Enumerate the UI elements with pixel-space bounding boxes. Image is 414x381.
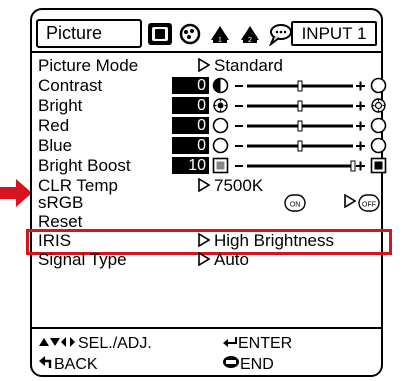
monitor-icon[interactable] <box>146 21 174 47</box>
slider-knob <box>297 100 303 112</box>
contrast-slider[interactable] <box>234 77 366 95</box>
picture-menu-panel: Picture 1 2 INPUT 1 Picture Mode Standar… <box>26 8 392 377</box>
footer-back: BACK <box>38 355 98 374</box>
header-divider <box>32 51 381 53</box>
slider-knob <box>297 80 303 92</box>
menu-button-icon <box>223 356 239 368</box>
menu-item-contrast[interactable]: Contrast 0 <box>32 76 387 96</box>
slider-knob <box>350 160 356 172</box>
tab-picture[interactable]: Picture <box>36 19 142 48</box>
blue-low-icon <box>212 137 229 154</box>
slider-knob <box>297 140 303 152</box>
contrast-high-icon <box>370 77 387 94</box>
arrow-right-outline-icon <box>344 194 356 208</box>
settings-icon[interactable] <box>176 21 204 47</box>
direction-arrows-icon <box>39 337 75 347</box>
bright-boost-slider[interactable] <box>234 157 366 175</box>
menu-item-picture-mode[interactable]: Picture Mode Standard <box>32 56 381 76</box>
picture-mode-value: Standard <box>198 56 283 76</box>
menu-item-label: IRIS <box>38 231 72 250</box>
menu-item-bright[interactable]: Bright 0 <box>32 96 386 116</box>
arrow-right-outline-icon <box>198 58 210 72</box>
menu-item-label: sRGB <box>38 193 84 212</box>
arrow-right-outline-icon <box>198 252 210 266</box>
red-value: 0 <box>172 117 209 134</box>
menu-item-label: Picture Mode <box>38 56 139 75</box>
menu-item-label: Contrast <box>38 76 103 95</box>
footer-end: END <box>222 355 274 374</box>
red-low-icon <box>212 117 229 134</box>
red-high-icon <box>370 117 387 134</box>
menu-item-label: Signal Type <box>38 250 127 269</box>
svg-text:OFF: OFF <box>362 202 376 209</box>
menu-tabs: Picture 1 2 INPUT 1 <box>36 15 377 53</box>
arrow-right-outline-icon <box>198 178 210 192</box>
red-slider[interactable] <box>234 117 366 135</box>
menu-item-label: Bright Boost <box>38 156 131 175</box>
blue-value: 0 <box>172 137 209 154</box>
blue-high-icon <box>370 137 387 154</box>
enter-icon <box>223 337 237 347</box>
selection-pointer-arrow <box>0 179 32 207</box>
contrast-low-icon <box>212 77 229 94</box>
bright-slider[interactable] <box>234 97 366 115</box>
input-indicator: INPUT 1 <box>291 21 377 46</box>
menu-item-srgb[interactable]: sRGB ON OFF <box>32 193 381 213</box>
bright-value: 0 <box>172 97 209 114</box>
menu-item-label: Bright <box>38 96 83 115</box>
speech-bubble-icon[interactable] <box>266 21 294 47</box>
srgb-on-badge-icon: ON <box>284 194 306 212</box>
contrast-value: 0 <box>172 77 209 94</box>
footer-enter: ENTER <box>222 335 292 353</box>
menu-item-label: Blue <box>38 136 73 155</box>
srgb-off-badge-icon: OFF <box>358 194 380 212</box>
signal-type-value: Auto <box>198 250 249 270</box>
boost-low-icon <box>212 157 229 174</box>
menu-item-bright-boost[interactable]: Bright Boost 10 <box>32 156 387 176</box>
menu-item-blue[interactable]: Blue 0 <box>32 136 387 156</box>
blue-slider[interactable] <box>234 137 366 155</box>
iris-value: High Brightness <box>198 231 334 251</box>
boost-high-icon <box>370 157 387 174</box>
setup-icon-1[interactable]: 1 <box>206 21 234 47</box>
svg-text:2: 2 <box>248 37 252 44</box>
slider-knob <box>297 120 303 132</box>
setup-icon-2[interactable]: 2 <box>236 21 264 47</box>
tab-icon-strip: 1 2 <box>146 19 294 48</box>
menu-item-signal-type[interactable]: Signal Type Auto <box>32 250 381 270</box>
menu-item-red[interactable]: Red 0 <box>32 116 387 136</box>
menu-item-iris[interactable]: IRIS High Brightness <box>32 231 381 251</box>
menu-item-label: Reset <box>38 212 83 231</box>
menu-item-reset[interactable]: Reset <box>32 212 381 232</box>
footer-sel-adj: SEL./ADJ. <box>38 335 152 353</box>
arrow-right-outline-icon <box>198 233 210 247</box>
brightness-low-icon <box>213 98 228 113</box>
back-icon <box>39 356 52 368</box>
bright-boost-value: 10 <box>172 157 209 174</box>
svg-text:ON: ON <box>290 202 301 209</box>
menu-item-label: Red <box>38 116 70 135</box>
footer-divider <box>32 327 381 329</box>
brightness-high-icon <box>371 98 386 113</box>
svg-text:1: 1 <box>218 37 222 44</box>
